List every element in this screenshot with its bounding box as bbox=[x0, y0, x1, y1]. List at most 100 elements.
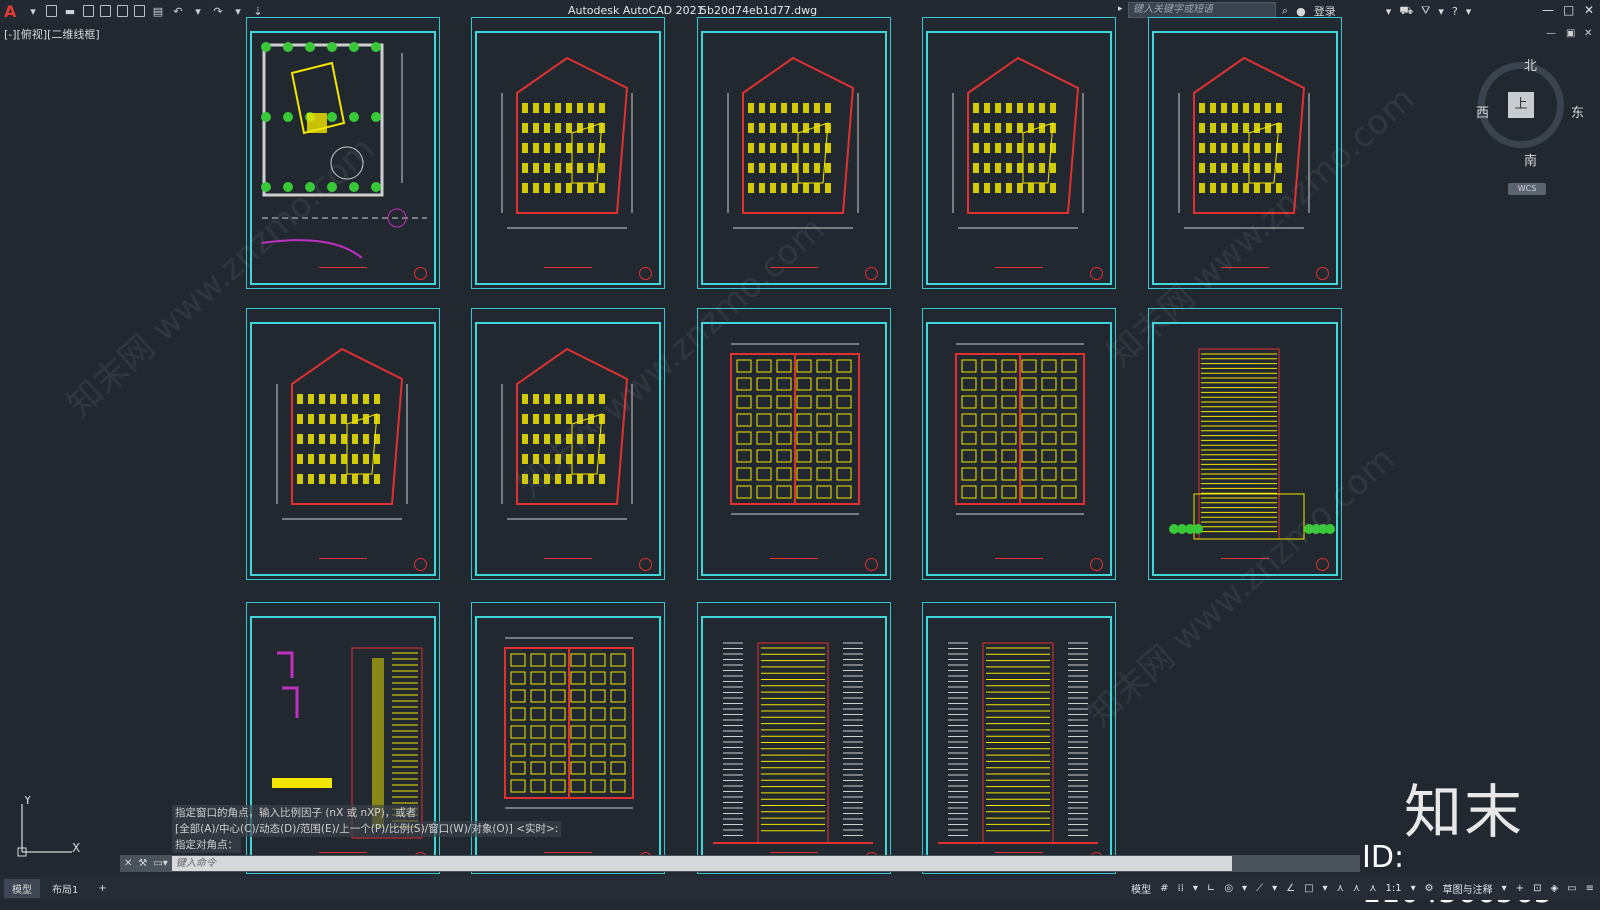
recent-commands-icon[interactable]: ▭▾ bbox=[153, 858, 167, 869]
plus-icon[interactable]: + bbox=[1516, 883, 1524, 894]
command-input[interactable]: 键入命令 bbox=[171, 856, 1232, 871]
drawing-graphic bbox=[730, 343, 860, 515]
tab-layout1[interactable]: 布局1 bbox=[44, 879, 86, 898]
drawing-graphic bbox=[713, 642, 873, 844]
dropdown-arrow-icon[interactable]: ▾ bbox=[1193, 883, 1198, 894]
sheet-caption-line bbox=[995, 555, 1043, 559]
status-bar: 模型 布局1 + 模型 # ⁞⁞ ▾ ∟ ◎ ▾ ⟋ ▾ ∠ □ ▾ ⋏ ⋏ ⋏… bbox=[0, 876, 1600, 900]
snap-icon[interactable]: ⁞⁞ bbox=[1178, 883, 1184, 894]
sheet-caption-line bbox=[319, 264, 367, 268]
dropdown-arrow-icon[interactable]: ▾ bbox=[1438, 5, 1444, 18]
viewport-controls[interactable]: [-][俯视][二维线框] bbox=[4, 26, 100, 42]
dropdown-arrow-icon[interactable]: ▾ bbox=[1323, 883, 1328, 894]
auto-scale-icon[interactable]: ⋏ bbox=[1353, 883, 1360, 894]
undo-dropdown-icon[interactable]: ▾ bbox=[191, 4, 205, 18]
sheet-number-circle bbox=[414, 558, 427, 571]
viewcube-south[interactable]: 南 bbox=[1524, 150, 1537, 169]
annotation-visibility-icon[interactable]: ⋏ bbox=[1337, 883, 1344, 894]
cart-icon[interactable]: ⛟ bbox=[1399, 4, 1413, 19]
save-web-icon[interactable] bbox=[134, 5, 145, 17]
autocad-logo-icon[interactable]: A bbox=[4, 2, 20, 21]
open-web-icon[interactable] bbox=[117, 5, 128, 17]
isolate-objects-icon[interactable]: ◈ bbox=[1550, 883, 1558, 894]
sheet-number-circle bbox=[865, 558, 878, 571]
viewcube[interactable]: 上 bbox=[1478, 62, 1564, 148]
drawing-sheet-2[interactable] bbox=[471, 17, 665, 289]
sheet-number-circle bbox=[1090, 267, 1103, 280]
gear-icon[interactable]: ⚙ bbox=[1425, 883, 1434, 894]
grid-icon[interactable]: # bbox=[1160, 883, 1168, 894]
sheet-caption-line bbox=[544, 264, 592, 268]
tab-add[interactable]: + bbox=[90, 881, 114, 896]
status-tools: 模型 # ⁞⁞ ▾ ∟ ◎ ▾ ⟋ ▾ ∠ □ ▾ ⋏ ⋏ ⋏ 1:1 ▾ ⚙ … bbox=[1131, 881, 1594, 896]
close-command-icon[interactable]: ✕ bbox=[124, 858, 132, 869]
sheet-frame bbox=[926, 616, 1112, 870]
sheet-caption-line bbox=[544, 555, 592, 559]
drawing-sheet-8[interactable] bbox=[697, 308, 891, 580]
annotation-scale-value[interactable]: 1:1 bbox=[1386, 883, 1402, 894]
maximize-icon[interactable]: □ bbox=[1563, 3, 1574, 17]
ortho-icon[interactable]: ∟ bbox=[1207, 883, 1215, 894]
sheet-frame bbox=[250, 322, 436, 576]
ucs-icon: Y X bbox=[17, 796, 80, 857]
help-icon[interactable]: ? bbox=[1452, 5, 1458, 18]
drawing-graphic bbox=[501, 56, 633, 229]
customize-menu-icon[interactable]: ≡ bbox=[1586, 883, 1594, 894]
drawing-sheet-14[interactable] bbox=[922, 602, 1116, 874]
polar-icon[interactable]: ◎ bbox=[1224, 883, 1233, 894]
dropdown-arrow-icon[interactable]: ▾ bbox=[1386, 5, 1392, 18]
quick-access-toolbar: A ▾ ▬ ▤ ↶ ▾ ↷ ▾ ⇣ bbox=[0, 2, 265, 21]
command-history-line: [全部(A)/中心(C)/动态(D)/范围(E)/上一个(P)/比例(S)/窗口… bbox=[172, 821, 562, 837]
search-expand-icon[interactable]: ▸ bbox=[1118, 4, 1123, 14]
customize-toolbar-icon[interactable]: ⇣ bbox=[251, 4, 265, 18]
open-folder-icon[interactable]: ▬ bbox=[63, 4, 77, 18]
dropdown-arrow-icon[interactable]: ▾ bbox=[26, 4, 40, 18]
tab-model[interactable]: 模型 bbox=[4, 878, 40, 898]
doc-minimize-icon[interactable]: — bbox=[1546, 28, 1556, 39]
undo-icon[interactable]: ↶ bbox=[171, 4, 185, 18]
file-name: 5b20d74eb1d77.dwg bbox=[700, 4, 818, 17]
doc-close-icon[interactable]: ✕ bbox=[1584, 28, 1592, 39]
object-snap-icon[interactable]: □ bbox=[1304, 883, 1313, 894]
drawing-sheet-9[interactable] bbox=[922, 308, 1116, 580]
drawing-sheet-6[interactable] bbox=[246, 308, 440, 580]
ucs-y-label: Y bbox=[23, 796, 32, 807]
new-file-icon[interactable] bbox=[46, 5, 57, 17]
dropdown-arrow-icon[interactable]: ▾ bbox=[1466, 5, 1472, 18]
search-input[interactable]: 键入关键字或短语 bbox=[1128, 2, 1276, 18]
redo-icon[interactable]: ↷ bbox=[211, 4, 225, 18]
sheet-number-circle bbox=[639, 558, 652, 571]
search-icon[interactable]: ⌕ bbox=[1282, 4, 1288, 18]
save-icon[interactable] bbox=[83, 5, 94, 17]
model-space-toggle[interactable]: 模型 bbox=[1131, 881, 1151, 896]
dropdown-arrow-icon[interactable]: ▾ bbox=[1272, 883, 1277, 894]
viewcube-west[interactable]: 西 bbox=[1476, 102, 1489, 121]
viewcube-top-face[interactable]: 上 bbox=[1508, 92, 1534, 118]
workspace-switch[interactable]: 草图与注释 bbox=[1443, 881, 1493, 896]
minimize-icon[interactable]: — bbox=[1542, 3, 1554, 17]
print-icon[interactable]: ▤ bbox=[151, 4, 165, 18]
watermark-brand: 知末 bbox=[1404, 778, 1525, 846]
user-icon[interactable]: ● bbox=[1296, 5, 1306, 18]
wcs-menu[interactable]: WCS bbox=[1508, 183, 1546, 195]
viewcube-east[interactable]: 东 bbox=[1571, 102, 1584, 121]
customize-icon[interactable]: ⚒ bbox=[138, 858, 147, 869]
drawing-sheet-4[interactable] bbox=[922, 17, 1116, 289]
close-icon[interactable]: ✕ bbox=[1584, 3, 1594, 17]
autodesk-a360-icon[interactable]: ⛛ bbox=[1421, 4, 1430, 18]
viewcube-north[interactable]: 北 bbox=[1524, 55, 1537, 74]
drawing-sheet-13[interactable] bbox=[697, 602, 891, 874]
save-as-icon[interactable] bbox=[100, 5, 111, 17]
dropdown-arrow-icon[interactable]: ▾ bbox=[1502, 883, 1507, 894]
units-icon[interactable]: ⊡ bbox=[1533, 883, 1541, 894]
isodraft-icon[interactable]: ⟋ bbox=[1256, 883, 1263, 894]
osnap-tracking-icon[interactable]: ∠ bbox=[1286, 883, 1295, 894]
sheet-caption-line bbox=[995, 264, 1043, 268]
clean-screen-icon[interactable]: ▭ bbox=[1567, 883, 1576, 894]
dropdown-arrow-icon[interactable]: ▾ bbox=[1411, 883, 1416, 894]
sheet-frame bbox=[701, 322, 887, 576]
dropdown-arrow-icon[interactable]: ▾ bbox=[1242, 883, 1247, 894]
doc-restore-icon[interactable]: ▣ bbox=[1566, 28, 1575, 39]
redo-dropdown-icon[interactable]: ▾ bbox=[231, 4, 245, 18]
annotation-scale-icon[interactable]: ⋏ bbox=[1369, 883, 1376, 894]
